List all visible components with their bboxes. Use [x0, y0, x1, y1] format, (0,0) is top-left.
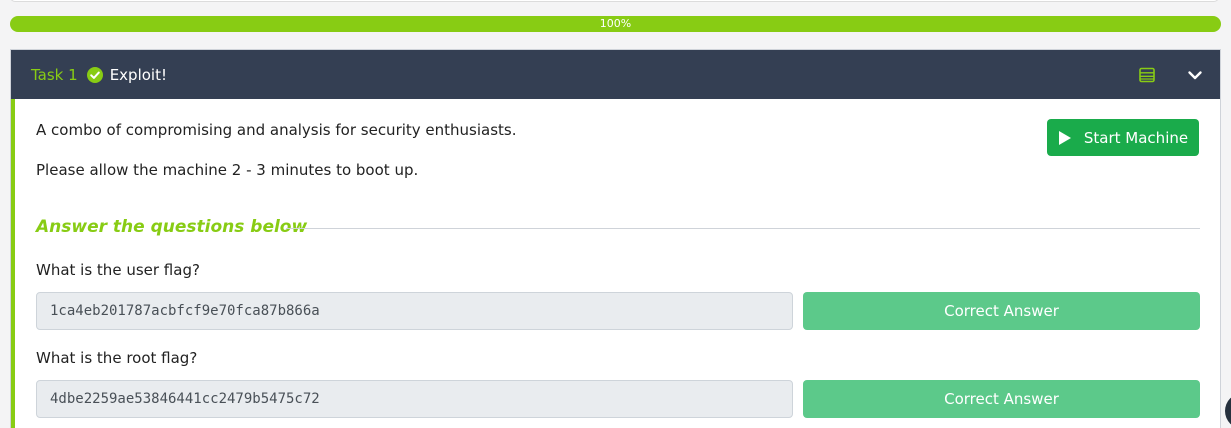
answer-field[interactable]: 4dbe2259ae53846441cc2479b5475c72	[36, 380, 793, 418]
start-machine-label: Start Machine	[1083, 128, 1189, 147]
task-header[interactable]: Task 1 Exploit!	[11, 50, 1220, 99]
progress-fill: 100%	[10, 16, 1221, 32]
previous-card-edge	[10, 0, 1219, 2]
task-body: A combo of compromising and analysis for…	[11, 99, 1220, 428]
question-label: What is the root flag?	[36, 349, 198, 367]
heading-divider	[286, 228, 1200, 229]
chat-widget-button[interactable]	[1225, 393, 1231, 428]
task-card: Task 1 Exploit! A combo of compromising …	[10, 49, 1221, 428]
answers-heading: Answer the questions below	[36, 217, 308, 237]
answer-field[interactable]: 1ca4eb201787acbfcf9e70fca87b866a	[36, 292, 793, 330]
task-number-label: Task 1	[31, 65, 78, 84]
check-circle-icon	[86, 66, 103, 83]
question-label: What is the user flag?	[36, 261, 200, 279]
progress-label: 100%	[599, 17, 632, 30]
boot-note: Please allow the machine 2 - 3 minutes t…	[36, 161, 419, 179]
task-title: Exploit!	[109, 65, 167, 84]
task-description: A combo of compromising and analysis for…	[36, 121, 517, 139]
correct-answer-button[interactable]: Correct Answer	[803, 292, 1200, 330]
play-icon	[1058, 130, 1072, 146]
notes-icon[interactable]	[1138, 66, 1156, 84]
start-machine-button[interactable]: Start Machine	[1047, 119, 1199, 156]
chevron-down-icon[interactable]	[1186, 66, 1204, 84]
correct-answer-button[interactable]: Correct Answer	[803, 380, 1200, 418]
progress-bar: 100%	[10, 16, 1221, 32]
